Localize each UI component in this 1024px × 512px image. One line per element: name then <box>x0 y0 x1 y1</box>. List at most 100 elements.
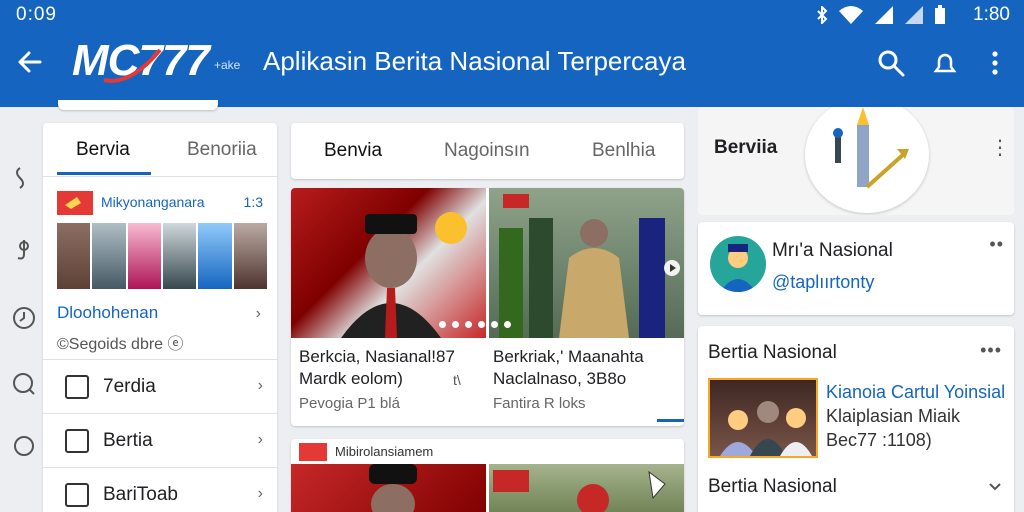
newspaper-icon <box>65 375 89 399</box>
news-thumb[interactable] <box>708 378 818 458</box>
menu-item-bertia[interactable]: Bertia › <box>43 413 277 467</box>
national-news-card: Bertia Nasional ••• Kianoia Cartul Yoins… <box>698 326 1014 512</box>
photo-thumb <box>162 223 197 289</box>
chevron-right-icon: › <box>257 431 263 448</box>
more-horiz-icon[interactable]: •• <box>989 234 1004 255</box>
news-image[interactable] <box>291 464 486 512</box>
news-image[interactable] <box>489 464 684 512</box>
section-footer[interactable]: Bertia Nasional <box>708 476 837 498</box>
bluetooth-icon <box>817 6 828 24</box>
back-arrow-icon[interactable] <box>14 46 46 78</box>
scroll-indicator <box>657 419 684 422</box>
list-icon <box>65 429 89 453</box>
signal-icon-2 <box>905 6 923 24</box>
app-bar: 0:09 1:80 MC777 +ake Aplikasin Berita Na… <box>0 0 1024 107</box>
news-title-line: Berkcia, Nasianal!87 <box>299 347 455 366</box>
partial-card-top <box>58 100 218 110</box>
profile-name: Mrı'a Nasional <box>772 240 893 261</box>
profile-card[interactable]: Mrı'a Nasional @taplıırtonty •• <box>698 222 1014 315</box>
status-bar: 0:09 1:80 <box>0 0 1024 28</box>
more-horiz-icon[interactable]: ••• <box>980 340 1002 361</box>
menu-item-label: 7erdia <box>103 376 156 397</box>
news-meta: Pevogia P1 blá <box>299 395 400 412</box>
news-extra: t\ <box>453 372 461 388</box>
battery-icon <box>935 5 945 24</box>
news-item-text[interactable]: Kianoia Cartul Yoinsial Klaiplasian Miai… <box>826 380 1006 452</box>
tab-bervia[interactable]: Bervia <box>76 139 130 161</box>
photo-strip[interactable] <box>57 223 267 289</box>
publisher-name: Mikyonanganara <box>101 194 205 210</box>
right-header: Berviia ⋮ <box>698 107 1014 215</box>
chevron-right-icon: › <box>257 377 263 394</box>
carousel-dot[interactable] <box>439 321 446 328</box>
link-icon[interactable] <box>10 164 38 192</box>
more-vert-icon[interactable] <box>980 48 1010 78</box>
media-icon <box>65 483 89 507</box>
active-tab-indicator <box>57 172 151 175</box>
signal-icon <box>875 6 893 24</box>
carousel-dots[interactable] <box>439 321 511 328</box>
photo-thumb <box>198 223 232 289</box>
status-time-left: 0:09 <box>16 4 57 25</box>
chevron-right-icon: › <box>257 485 263 502</box>
menu-item-terdia[interactable]: 7erdia › <box>43 359 277 413</box>
publisher-row[interactable]: Mikyonanganara 1:3 <box>57 189 267 215</box>
photo-thumb <box>92 223 126 289</box>
chevron-right-icon[interactable]: › <box>256 305 261 323</box>
right-top-label: Berviia <box>714 137 778 158</box>
pen-icon <box>833 107 909 189</box>
chat-icon[interactable] <box>10 370 38 398</box>
news-title[interactable]: Berkriak,' Maanahta Naclalnaso, 3B8o <box>493 346 683 390</box>
logo-swoosh-icon <box>103 48 162 83</box>
status-icons <box>816 5 946 25</box>
news-meta: Fantira R loks <box>493 395 586 412</box>
news-item-line: Bec77 :1108) <box>826 430 932 450</box>
news2-label: Mibirolansiamem <box>335 444 434 459</box>
news-card-2[interactable]: Mibirolansiamem <box>291 439 684 512</box>
news-title-line: Berkriak,' Maanahta <box>493 347 644 366</box>
app-title: Aplikasin Berita Nasional Terpercaya <box>263 46 686 76</box>
news-item-title: Kianoia Cartul Yoinsial <box>826 382 1006 402</box>
carousel-dot[interactable] <box>452 321 459 328</box>
tab-benvia[interactable]: Benvia <box>324 140 382 162</box>
avatar[interactable] <box>710 236 766 292</box>
carousel-dot[interactable] <box>504 321 511 328</box>
left-tabs: Bervia Benoriia <box>43 123 277 177</box>
menu-item-label: BariToab <box>103 484 178 505</box>
news-image-art <box>341 212 467 338</box>
tab-benlhia[interactable]: Benlhia <box>592 140 655 162</box>
play-icon[interactable] <box>664 260 680 276</box>
photo-thumb <box>57 223 91 289</box>
wifi-icon <box>839 6 863 24</box>
carousel-dot[interactable] <box>465 321 472 328</box>
carousel-dot[interactable] <box>491 321 498 328</box>
news-carousel[interactable]: Berkcia, Nasianal!87 Mardk eolom) t\ Pev… <box>291 188 684 426</box>
compass-illustration <box>805 107 929 213</box>
menu-item-label: Bertia <box>103 430 153 451</box>
chevron-down-icon[interactable] <box>988 482 1002 492</box>
more-vert-icon[interactable]: ⋮ <box>990 135 1011 160</box>
circle-icon[interactable] <box>10 432 38 460</box>
tab-benoriia[interactable]: Benoriia <box>187 139 257 161</box>
search-icon[interactable] <box>876 48 906 78</box>
clock-icon[interactable] <box>10 304 38 332</box>
carousel-dot[interactable] <box>478 321 485 328</box>
logo-subtext: +ake <box>214 58 241 72</box>
section-title: Bertia Nasional <box>708 342 837 363</box>
news-image[interactable] <box>291 188 486 338</box>
photo-thumb <box>233 223 267 289</box>
news-item-line: Klaiplasian Miaik <box>826 406 961 426</box>
news-title-line: Naclalnaso, 3B8o <box>493 369 627 388</box>
flag-icon <box>57 191 93 215</box>
tab-nagoinsin[interactable]: Nagoinsın <box>444 140 530 162</box>
profile-handle[interactable]: @taplıırtonty <box>772 272 874 293</box>
strip-subtitle: ©Segoids dbre ⓔ <box>57 336 184 353</box>
status-time-right: 1:80 <box>973 4 1010 25</box>
photo-thumb <box>127 223 161 289</box>
news-image[interactable] <box>489 188 684 338</box>
center-tabs: Benvia Nagoinsın Benlhia <box>291 123 684 179</box>
menu-item-baritoab[interactable]: BariToab › <box>43 467 277 512</box>
hook-icon[interactable] <box>10 236 38 264</box>
bell-icon[interactable] <box>930 48 960 78</box>
strip-link[interactable]: Dloohohenan <box>57 303 158 323</box>
